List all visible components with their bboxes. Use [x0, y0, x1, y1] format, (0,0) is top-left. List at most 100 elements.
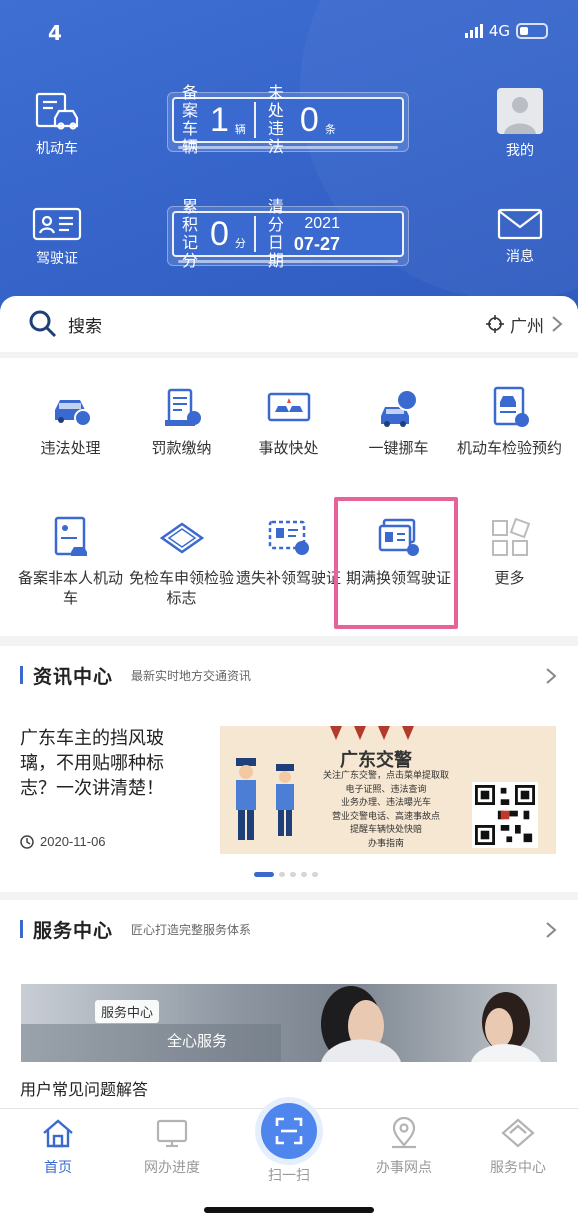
registered-vehicles-unit: 辆	[234, 123, 246, 136]
id-card-icon	[32, 207, 82, 241]
poster-line: 营业交警电话、高速事故点	[331, 811, 440, 822]
clear-date-month-day: 07-27	[293, 234, 340, 254]
service-move-car[interactable]: 一键挪车	[341, 386, 456, 458]
license-label: 驾驶证	[36, 251, 78, 267]
accident-icon	[267, 392, 310, 422]
service-inspection-sign[interactable]: 免检车申领检验标志	[124, 516, 239, 608]
tab-home[interactable]: 首页	[8, 1117, 108, 1177]
service-label: 事故快处	[258, 439, 319, 457]
tab-label: 办事网点	[376, 1160, 432, 1176]
points-summary-inner: 累积记分 0 分 清分日期 2021 07-27	[172, 198, 404, 270]
news-title: 资讯中心	[33, 665, 114, 688]
tab-label: 网办进度	[144, 1160, 200, 1176]
support-agents-illustration	[21, 986, 541, 1062]
poster-text: 关注广东交警，点击菜单提取取 电子证照、违法查询 业务办理、违法曝光车 营业交警…	[306, 770, 466, 851]
tab-service-center[interactable]: 服务中心	[468, 1117, 568, 1177]
move-car-icon	[380, 389, 418, 427]
plate-separator	[253, 216, 256, 252]
service-center-header[interactable]: 服务中心 匠心打造完整服务体系	[0, 900, 578, 958]
news-date-text: 2020-11-06	[40, 834, 106, 849]
highlight-box	[334, 497, 458, 629]
news-subtitle: 最新实时地方交通资讯	[131, 668, 252, 683]
news-poster[interactable]: 广东交警 关注广东交警，点击菜单提取取 电子证照、违法查询 业务办理、违法曝光车…	[220, 726, 556, 854]
bottom-tab-bar: 首页 网办进度 扫一扫 办事网点 服务中心	[0, 1103, 578, 1223]
service-accident[interactable]: 事故快处	[231, 386, 346, 458]
news-section: 资讯中心 最新实时地方交通资讯 广东车主的挡风玻璃，不用贴哪种标志？一次讲清楚！…	[0, 646, 578, 892]
tab-progress[interactable]: 网办进度	[122, 1117, 222, 1177]
status-bar: 4 4G	[0, 18, 578, 48]
service-label: 更多	[494, 569, 525, 587]
service-lost-license[interactable]: 遗失补领驾驶证	[231, 516, 346, 588]
tab-label: 首页	[44, 1160, 72, 1176]
avatar-icon	[497, 88, 543, 134]
poster-line: 提醒车辆快处快赔	[349, 825, 422, 835]
vehicle-button[interactable]: 机动车	[17, 92, 97, 158]
service-label: 违法处理	[40, 439, 101, 457]
section-bar	[20, 666, 23, 684]
accumulated-points-unit: 分	[234, 237, 246, 250]
fine-payment-icon	[164, 388, 201, 426]
accumulated-points-value: 0	[210, 214, 229, 253]
news-date: 2020-11-06	[20, 834, 106, 849]
vehicle-summary-inner: 备案车辆 1 辆 未处违法 0 条	[172, 84, 404, 156]
service-fine-payment[interactable]: 罚款缴纳	[124, 386, 239, 458]
carousel-indicator[interactable]	[254, 872, 318, 877]
tab-label: 服务中心	[490, 1160, 546, 1176]
chevron-right-icon	[546, 922, 557, 938]
news-headline[interactable]: 广东车主的挡风玻璃，不用贴哪种标志？一次讲清楚！	[20, 726, 190, 801]
location-pin-icon	[392, 1116, 416, 1149]
banner-tag: 服务中心	[95, 1000, 160, 1023]
search-icon	[29, 310, 57, 338]
envelope-icon	[497, 208, 543, 240]
violation-car-icon	[54, 400, 92, 427]
bunting-decoration	[330, 726, 414, 740]
city-selector[interactable]: 广州	[486, 312, 564, 337]
plate-rail	[178, 146, 398, 149]
vehicle-summary-plate[interactable]: 备案车辆 1 辆 未处违法 0 条	[167, 84, 409, 156]
service-center-section: 服务中心 匠心打造完整服务体系 服务中心 全心服务 用户常见问题解答	[0, 900, 578, 1110]
service-diamond-icon	[501, 1118, 535, 1148]
city-name: 广州	[510, 316, 544, 337]
service-more[interactable]: 更多	[452, 516, 567, 588]
messages-button[interactable]: 消息	[480, 208, 560, 266]
scan-button[interactable]	[261, 1103, 317, 1159]
tab-scan[interactable]: 扫一扫	[239, 1103, 339, 1185]
police-officers-illustration	[236, 758, 294, 840]
chevron-right-icon	[552, 316, 563, 332]
service-center-title: 服务中心	[33, 919, 114, 942]
home-indicator	[204, 1207, 374, 1213]
tab-label: 扫一扫	[268, 1168, 310, 1184]
points-summary-plate[interactable]: 累积记分 0 分 清分日期 2021 07-27	[167, 198, 409, 270]
faq-link[interactable]: 用户常见问题解答	[20, 1076, 148, 1100]
plate-separator	[253, 102, 256, 138]
clear-date: 2021 07-27	[294, 214, 340, 254]
poster-line: 办事指南	[367, 838, 404, 849]
car-card-icon	[35, 92, 79, 130]
home-icon	[43, 1119, 73, 1148]
registered-vehicles-value: 1	[210, 100, 229, 139]
search-bar[interactable]: 搜索 广州	[0, 296, 578, 352]
status-network: 4G	[464, 22, 548, 40]
messages-label: 消息	[506, 249, 534, 265]
license-button[interactable]: 驾驶证	[17, 206, 97, 268]
service-label: 机动车检验预约	[456, 439, 562, 457]
news-header[interactable]: 资讯中心 最新实时地方交通资讯	[0, 646, 578, 704]
service-banner[interactable]: 服务中心 全心服务	[21, 984, 557, 1062]
register-car-icon	[54, 516, 87, 556]
status-time: 4	[48, 21, 63, 45]
poster-line: 电子证照、违法查询	[345, 784, 427, 795]
service-inspection-booking[interactable]: 机动车检验预约	[452, 386, 567, 458]
service-center-subtitle: 匠心打造完整服务体系	[131, 922, 252, 937]
clock-icon	[20, 834, 34, 849]
scan-icon	[275, 1117, 303, 1145]
pending-violations-value: 0	[299, 100, 319, 139]
service-register-car[interactable]: 备案非本人机动车	[13, 516, 128, 608]
inspection-sign-icon	[159, 522, 204, 554]
section-bar	[20, 920, 23, 938]
profile-button[interactable]: 我的	[480, 88, 560, 160]
inspection-booking-icon	[493, 386, 529, 427]
plate-rail	[178, 260, 398, 263]
service-violation[interactable]: 违法处理	[13, 386, 128, 458]
clear-date-year: 2021	[304, 215, 340, 232]
tab-service-points[interactable]: 办事网点	[354, 1116, 454, 1177]
